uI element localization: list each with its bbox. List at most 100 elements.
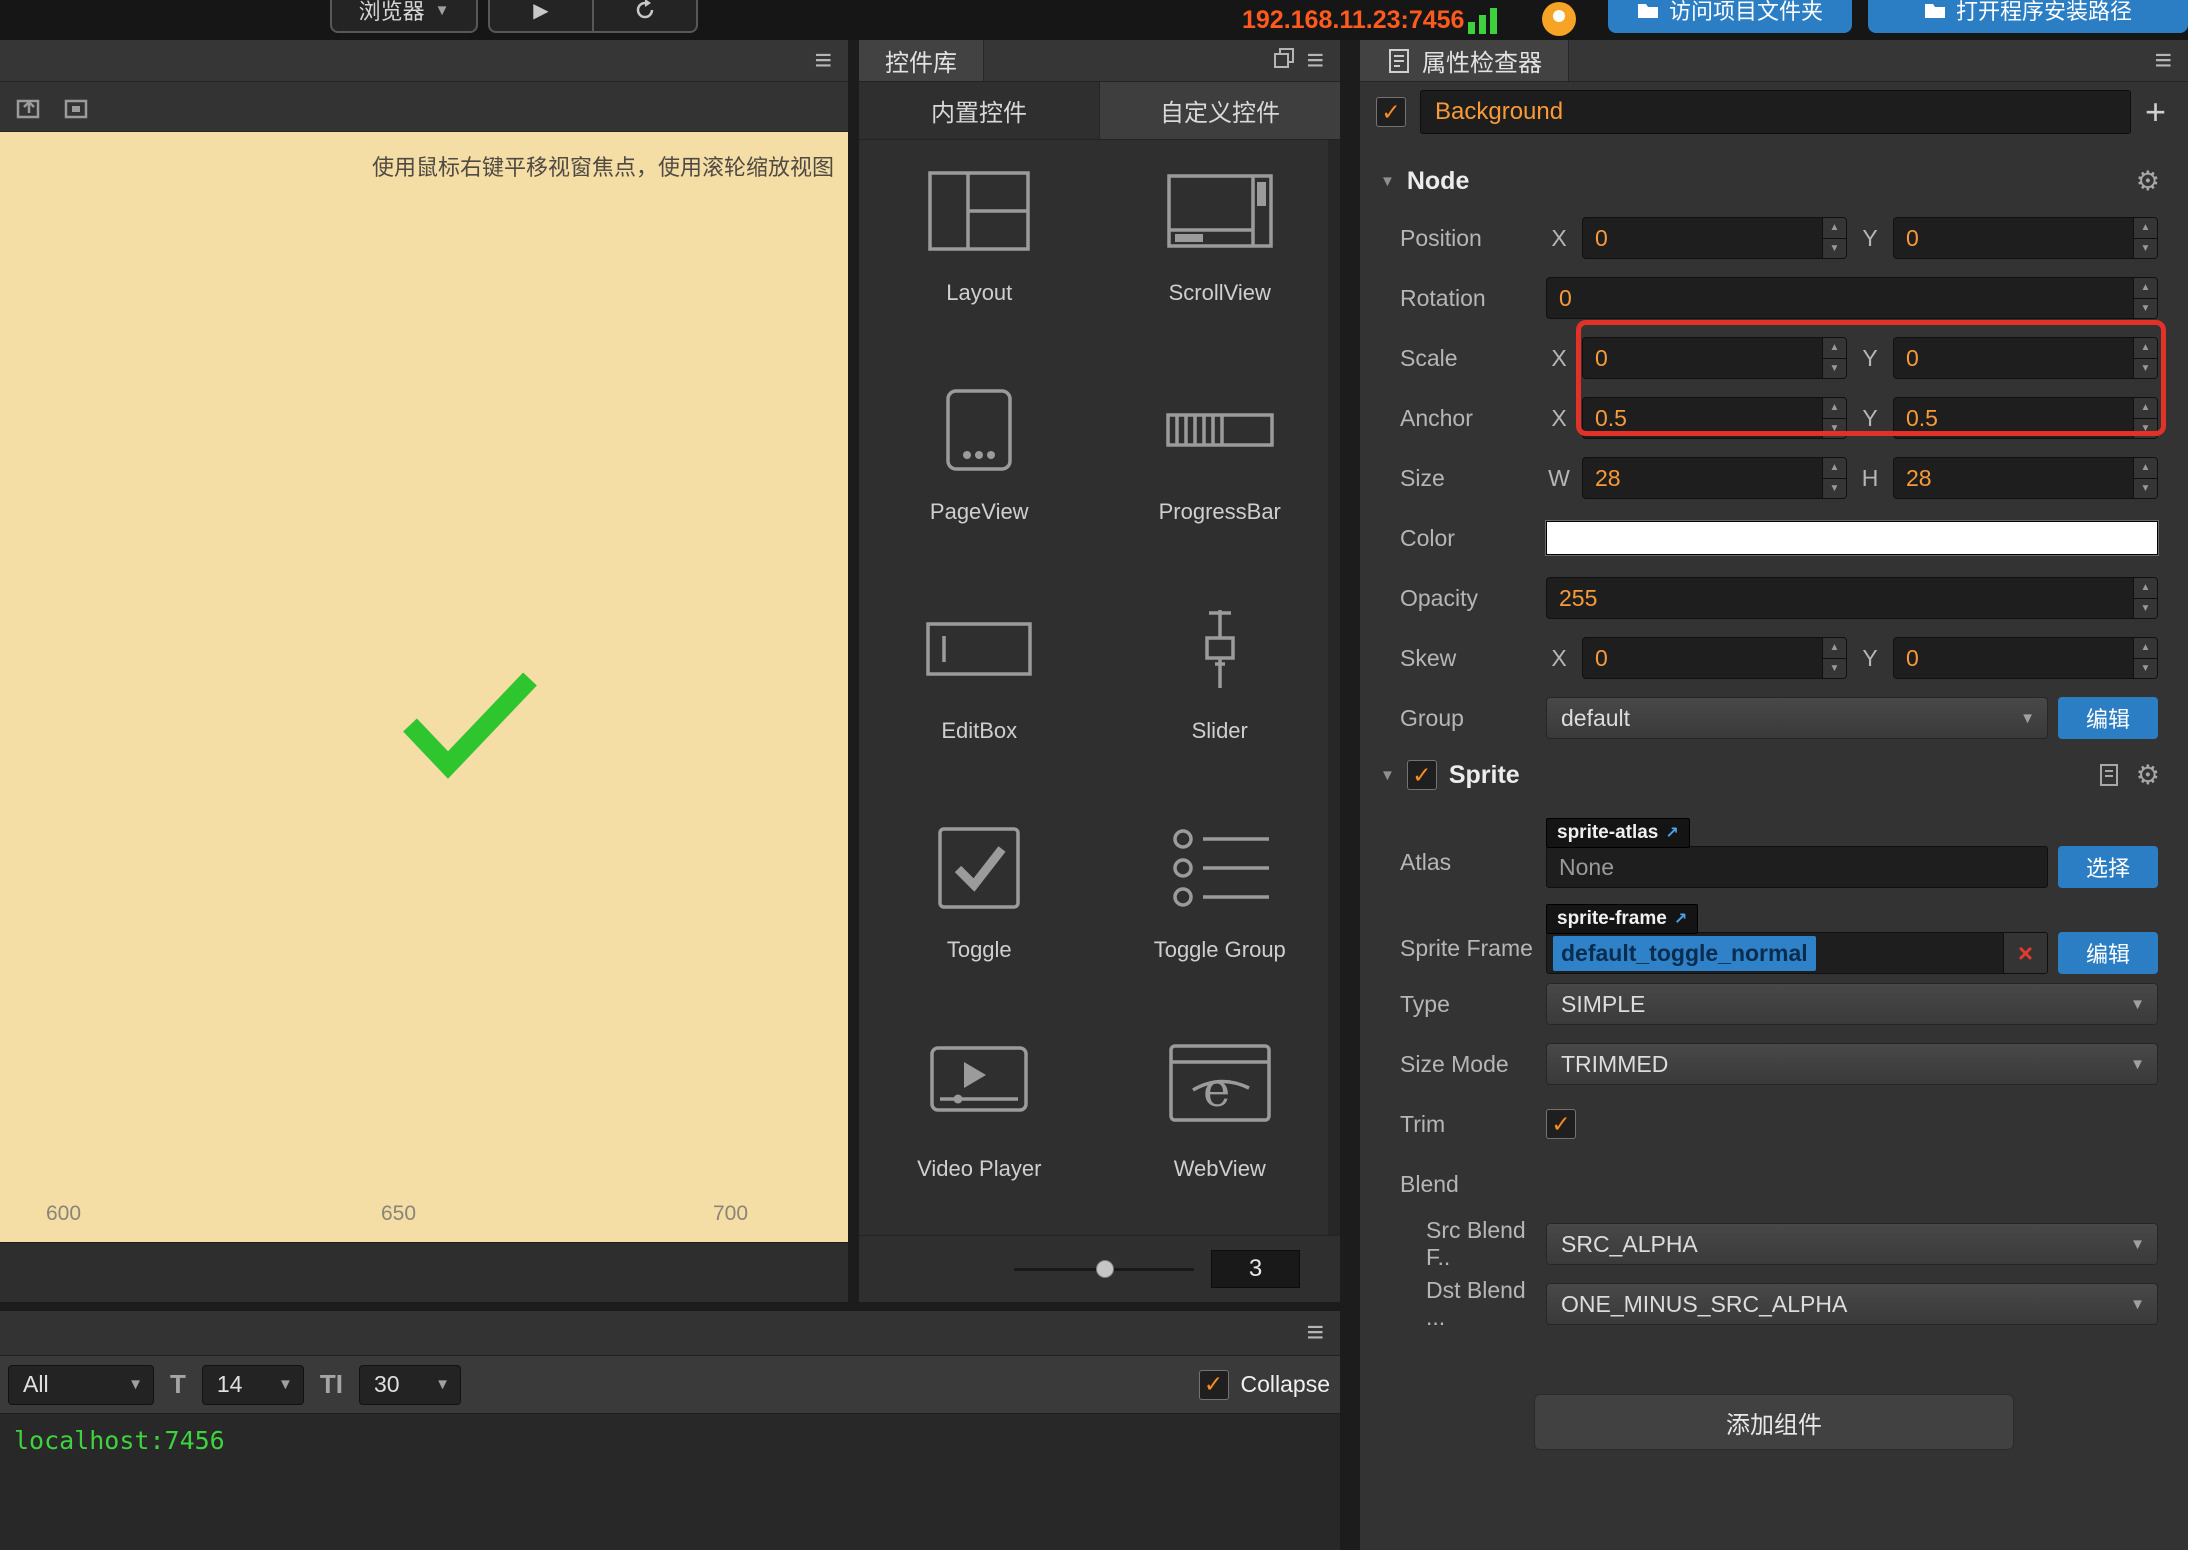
widget-item-toggle[interactable]: Toggle bbox=[859, 797, 1100, 1016]
stepper-icon[interactable]: ▲ ▼ bbox=[2133, 578, 2157, 618]
collapse-toggle[interactable]: ✓ Collapse bbox=[1198, 1369, 1330, 1400]
panel-menu-icon[interactable]: ≡ bbox=[1306, 1318, 1324, 1348]
open-install-path-button[interactable]: 打开程序安装路径 bbox=[1868, 0, 2188, 33]
check-icon: ✓ bbox=[1551, 1110, 1571, 1137]
widget-item-editbox[interactable]: EditBox bbox=[859, 578, 1100, 797]
scrollbar[interactable] bbox=[1328, 140, 1340, 1235]
collapse-checkbox[interactable]: ✓ bbox=[1198, 1369, 1229, 1400]
chevron-down-icon: ▼ bbox=[435, 1376, 450, 1393]
widget-item-video-player[interactable]: Video Player bbox=[859, 1016, 1100, 1235]
play-button[interactable]: ▶ bbox=[490, 0, 592, 31]
size-h-input[interactable]: 28 ▲ ▼ bbox=[1893, 457, 2158, 499]
size-mode-row: Size Mode TRIMMED ▼ bbox=[1360, 1034, 2188, 1094]
stepper-icon[interactable]: ▲ ▼ bbox=[2133, 398, 2157, 438]
fit-selection-icon[interactable] bbox=[62, 92, 92, 122]
property-label: Src Blend F.. bbox=[1426, 1217, 1526, 1270]
chevron-down-icon: ▼ bbox=[128, 1376, 143, 1393]
group-dropdown[interactable]: default ▼ bbox=[1546, 697, 2048, 739]
widget-library-tab[interactable]: 控件库 bbox=[859, 40, 984, 81]
trim-row: Trim ✓ bbox=[1360, 1094, 2188, 1154]
size-mode-dropdown[interactable]: TRIMMED ▼ bbox=[1546, 1043, 2158, 1085]
stepper-icon[interactable]: ▲ ▼ bbox=[2133, 338, 2157, 378]
size-w-input[interactable]: 28 ▲ ▼ bbox=[1582, 457, 1847, 499]
trim-checkbox[interactable]: ✓ bbox=[1546, 1109, 1576, 1139]
atlas-select-button[interactable]: 选择 bbox=[2058, 846, 2158, 888]
dst-blend-dropdown[interactable]: ONE_MINUS_SRC_ALPHA ▼ bbox=[1546, 1283, 2158, 1325]
browser-dropdown[interactable]: 浏览器 ▼ bbox=[330, 0, 478, 33]
collapse-triangle-icon[interactable]: ▼ bbox=[1380, 767, 1395, 784]
gear-icon[interactable]: ⚙ bbox=[2136, 167, 2160, 195]
log-filter-dropdown[interactable]: All ▼ bbox=[8, 1364, 154, 1405]
rotation-input[interactable]: 0 ▲ ▼ bbox=[1546, 277, 2158, 319]
stepper-icon[interactable]: ▲ ▼ bbox=[2133, 638, 2157, 678]
widget-item-slider[interactable]: Slider bbox=[1100, 578, 1341, 797]
tab-builtin-widgets[interactable]: 内置控件 bbox=[859, 82, 1099, 139]
stepper-icon[interactable]: ▲ ▼ bbox=[2133, 278, 2157, 318]
property-label: Position bbox=[1400, 224, 1482, 251]
widget-item-layout[interactable]: Layout bbox=[859, 140, 1100, 359]
chevron-down-icon: ▼ bbox=[2130, 995, 2145, 1013]
zoom-value-box[interactable]: 3 bbox=[1211, 1250, 1300, 1288]
pageview-icon bbox=[946, 389, 1012, 471]
opacity-input[interactable]: 255 ▲ ▼ bbox=[1546, 577, 2158, 619]
stepper-icon[interactable]: ▲ ▼ bbox=[1822, 398, 1846, 438]
src-blend-dropdown[interactable]: SRC_ALPHA ▼ bbox=[1546, 1223, 2158, 1265]
type-dropdown[interactable]: SIMPLE ▼ bbox=[1546, 983, 2158, 1025]
position-y-input[interactable]: 0 ▲ ▼ bbox=[1893, 217, 2158, 259]
clear-icon[interactable]: × bbox=[2003, 933, 2047, 973]
console-content: localhost:7456 bbox=[0, 1414, 1340, 1467]
stepper-icon[interactable]: ▲ ▼ bbox=[1822, 638, 1846, 678]
panel-menu-icon[interactable]: ≡ bbox=[2154, 45, 2172, 76]
add-icon[interactable]: + bbox=[2145, 94, 2166, 130]
widget-item-progressbar[interactable]: ProgressBar bbox=[1100, 359, 1341, 578]
external-link-icon[interactable]: ↗ bbox=[1665, 823, 1678, 843]
fit-canvas-icon[interactable] bbox=[14, 92, 44, 122]
inspector-tab[interactable]: 属性检查器 bbox=[1360, 40, 1569, 81]
node-name-input[interactable]: Background bbox=[1420, 90, 2131, 134]
widget-item-pageview[interactable]: PageView bbox=[859, 359, 1100, 578]
open-project-folder-button[interactable]: 访问项目文件夹 bbox=[1608, 0, 1852, 33]
refresh-button[interactable] bbox=[592, 0, 696, 31]
tab-custom-widgets[interactable]: 自定义控件 bbox=[1099, 82, 1340, 139]
gear-icon[interactable]: ⚙ bbox=[2136, 761, 2160, 789]
rotation-row: Rotation 0 ▲ ▼ bbox=[1360, 268, 2188, 328]
popout-icon[interactable] bbox=[1272, 46, 1296, 76]
widget-item-toggle-group[interactable]: Toggle Group bbox=[1100, 797, 1341, 1016]
anchor-x-input[interactable]: 0.5 ▲ ▼ bbox=[1582, 397, 1847, 439]
panel-menu-icon[interactable]: ≡ bbox=[814, 45, 832, 76]
skew-y-input[interactable]: 0 ▲ ▼ bbox=[1893, 637, 2158, 679]
sprite-enabled-checkbox[interactable]: ✓ bbox=[1406, 760, 1437, 790]
sprite-frame-input[interactable]: default_toggle_normal × bbox=[1546, 932, 2048, 974]
add-component-button[interactable]: 添加组件 bbox=[1534, 1394, 2014, 1450]
stepper-icon[interactable]: ▲ ▼ bbox=[1822, 218, 1846, 258]
position-x-input[interactable]: 0 ▲ ▼ bbox=[1582, 217, 1847, 259]
stepper-icon[interactable]: ▲ ▼ bbox=[2133, 218, 2157, 258]
external-link-icon[interactable]: ↗ bbox=[1674, 909, 1687, 929]
anchor-y-input[interactable]: 0.5 ▲ ▼ bbox=[1893, 397, 2158, 439]
stepper-icon[interactable]: ▲ ▼ bbox=[1822, 338, 1846, 378]
scale-x-input[interactable]: 0 ▲ ▼ bbox=[1582, 337, 1847, 379]
node-section-header[interactable]: ▼ Node ⚙ bbox=[1360, 154, 2188, 208]
sprite-section-header[interactable]: ▼ ✓ Sprite ⚙ bbox=[1360, 748, 2188, 802]
sprite-frame-edit-button[interactable]: 编辑 bbox=[2058, 932, 2158, 974]
toggle-group-icon bbox=[1173, 829, 1269, 907]
font-size-dropdown[interactable]: 14 ▼ bbox=[201, 1364, 304, 1405]
scale-y-input[interactable]: 0 ▲ ▼ bbox=[1893, 337, 2158, 379]
group-edit-button[interactable]: 编辑 bbox=[2058, 697, 2158, 739]
atlas-input[interactable]: None bbox=[1546, 846, 2048, 888]
widget-item-scrollview[interactable]: ScrollView bbox=[1100, 140, 1341, 359]
widget-item-webview[interactable]: e WebView bbox=[1100, 1016, 1341, 1235]
icon-zoom-slider[interactable] bbox=[1014, 1259, 1194, 1278]
color-swatch[interactable] bbox=[1546, 521, 2158, 555]
stepper-icon[interactable]: ▲ ▼ bbox=[1822, 458, 1846, 498]
help-doc-icon[interactable] bbox=[2098, 763, 2120, 787]
stepper-icon[interactable]: ▲ ▼ bbox=[2133, 458, 2157, 498]
node-active-checkbox[interactable]: ✓ bbox=[1376, 97, 1406, 127]
collapse-triangle-icon[interactable]: ▼ bbox=[1380, 173, 1395, 190]
scene-canvas[interactable]: 使用鼠标右键平移视窗焦点，使用滚轮缩放视图 600 650 700 bbox=[0, 132, 848, 1242]
line-height-dropdown[interactable]: 30 ▼ bbox=[359, 1364, 461, 1405]
skew-x-input[interactable]: 0 ▲ ▼ bbox=[1582, 637, 1847, 679]
slider-handle[interactable] bbox=[1096, 1259, 1114, 1278]
console-panel: ≡ All ▼ T 14 ▼ TI 30 ▼ ✓ Collapse localh… bbox=[0, 1311, 1340, 1550]
panel-menu-icon[interactable]: ≡ bbox=[1306, 45, 1324, 76]
